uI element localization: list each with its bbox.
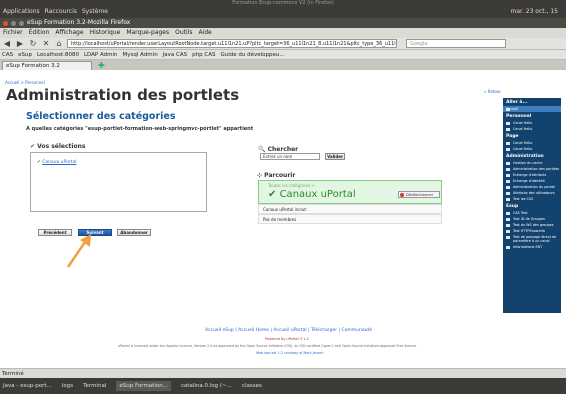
- gnome-top-panel: Applications Raccourcis Système mar. 23 …: [0, 6, 566, 18]
- bookmark-localhost[interactable]: Localhost:8080: [37, 52, 79, 58]
- selected-category[interactable]: ✔ Canaux uPortal: [37, 160, 76, 165]
- maximize-icon[interactable]: [19, 20, 24, 26]
- menu-raccourcis[interactable]: Raccourcis: [45, 6, 77, 18]
- task-logs[interactable]: logs: [62, 383, 73, 389]
- task-catalina-log[interactable]: catalina.0.log (~...: [181, 383, 232, 389]
- sidebar-item[interactable]: Canal Hello: [503, 146, 561, 152]
- magnifier-icon: 🔍: [258, 146, 266, 153]
- firefox-title: eSup Formation 3.2-Mozilla Firefox: [27, 19, 131, 26]
- retour-link[interactable]: « Retour: [484, 89, 501, 94]
- deselect-label[interactable]: Désélectionner: [406, 193, 433, 197]
- menu-outils[interactable]: Outils: [175, 29, 192, 36]
- current-category: ✔ Canaux uPortal: [268, 189, 356, 200]
- footer-links[interactable]: Accueil eSup | Accueil Home | Accueil uP…: [205, 328, 372, 333]
- selections-label: Vos sélections: [37, 143, 86, 150]
- tab-bar: eSup Formation 3.2 ✚: [0, 60, 566, 70]
- bookmark-esup[interactable]: eSup: [18, 52, 32, 58]
- bookmark-cas[interactable]: CAS: [2, 52, 13, 58]
- clock[interactable]: mar. 23 oct., 15: [511, 6, 558, 18]
- deselect-button[interactable]: Désélectionner: [398, 191, 440, 198]
- tree-icon: ⊹: [257, 172, 263, 179]
- bookmark-php-cas[interactable]: php CAS: [192, 52, 215, 58]
- sidebar-item[interactable]: Accueil: [503, 106, 561, 112]
- remove-icon: [400, 193, 404, 197]
- check-icon: ✔: [30, 143, 36, 150]
- menu-marque-pages[interactable]: Marque-pages: [126, 29, 169, 36]
- menu-edition[interactable]: Édition: [29, 29, 50, 36]
- menu-applications[interactable]: Applications: [3, 6, 40, 18]
- sidebar-group-title: Administration: [506, 154, 544, 159]
- new-tab-icon[interactable]: ✚: [98, 61, 105, 70]
- bookmark-ldap-admin[interactable]: LDAP Admin: [84, 52, 118, 58]
- license-text: uPortal is licensed under the Apache Lic…: [118, 344, 418, 348]
- question-text: A quelles catégories "esup-portlet-forma…: [26, 126, 254, 132]
- selections-heading: ✔ Vos sélections: [30, 143, 85, 150]
- taskbar: Java - esup-port... logs Terminal eSup F…: [0, 378, 566, 394]
- section-subtitle: Sélectionner des catégories: [26, 111, 176, 122]
- parcourir-heading: ⊹ Parcourir: [257, 172, 295, 179]
- menu-historique[interactable]: Historique: [90, 29, 121, 36]
- current-category-label: Canaux uPortal: [279, 189, 356, 200]
- page-title: Administration des portlets: [6, 86, 240, 104]
- bookmark-mysql-admin[interactable]: Mysql Admin: [123, 52, 158, 58]
- breadcrumb[interactable]: Accueil > Personnel: [5, 80, 45, 85]
- check-icon: ✔: [37, 160, 41, 165]
- parcourir-label: Parcourir: [264, 172, 296, 179]
- firefox-menubar: Fichier Édition Affichage Historique Marque-…: [0, 28, 566, 38]
- powered-by: Powered by uPortal 3.1.2: [265, 337, 309, 341]
- task-firefox[interactable]: eSup Formation...: [116, 381, 171, 391]
- portal-sidebar: Aller à... Accueil Personnel Canal Hello Can…: [503, 98, 561, 313]
- no-members-text: Pas de membres: [258, 214, 442, 224]
- navigation-toolbar: ◀ ▶ ↻ ✕ ⌂ http://localhost/uPortal/rende…: [0, 38, 566, 50]
- all-categories-link[interactable]: Toutes les catégories >: [268, 183, 315, 188]
- tab-esup-formation[interactable]: eSup Formation 3.2: [2, 61, 92, 70]
- task-classes[interactable]: classes: [242, 383, 262, 389]
- sidebar-group-title: Personnel: [506, 114, 532, 119]
- valider-button[interactable]: Valider: [325, 153, 345, 160]
- task-java[interactable]: Java - esup-port...: [3, 383, 52, 389]
- url-bar[interactable]: http://localhost/uPortal/render.userLayo…: [67, 39, 397, 48]
- bookmark-java-cas[interactable]: Java CAS: [163, 52, 187, 58]
- firefox-titlebar: eSup Formation 3.2-Mozilla Firefox: [0, 18, 566, 28]
- sidebar-group-title: Aller à...: [506, 100, 528, 105]
- task-terminal[interactable]: Terminal: [83, 383, 106, 389]
- reload-icon[interactable]: ↻: [28, 39, 38, 48]
- menu-fichier[interactable]: Fichier: [3, 29, 23, 36]
- menu-aide[interactable]: Aide: [198, 29, 211, 36]
- menu-affichage[interactable]: Affichage: [55, 29, 83, 36]
- home-icon[interactable]: ⌂: [54, 39, 64, 48]
- category-search-input[interactable]: Entrez un nom: [260, 153, 320, 160]
- back-icon[interactable]: ◀: [2, 39, 12, 48]
- sidebar-item[interactable]: Informations ENT: [503, 244, 561, 250]
- sidebar-item[interactable]: Test les CSS: [503, 196, 561, 202]
- stop-icon[interactable]: ✕: [41, 39, 51, 48]
- sidebar-item[interactable]: Test de passage direct de paramètre à un…: [503, 234, 561, 244]
- minimize-icon[interactable]: [11, 20, 16, 26]
- menu-systeme[interactable]: Système: [82, 6, 108, 18]
- category-includes: Canaux uPortal inclut:: [258, 204, 442, 214]
- chercher-label: Chercher: [267, 146, 299, 153]
- sidebar-group-title: Esup: [506, 204, 519, 209]
- forward-icon[interactable]: ▶: [15, 39, 25, 48]
- bookmark-guide[interactable]: Guide du développeu...: [220, 52, 284, 58]
- search-bar[interactable]: Google: [406, 39, 506, 48]
- web-toolset-link[interactable]: Web tool set 1.2 courtesy of Mark Jensen: [256, 351, 324, 355]
- check-icon: ✔: [268, 189, 277, 200]
- bookmarks-toolbar: CAS eSup Localhost:8080 LDAP Admin Mysql Adm…: [0, 50, 566, 60]
- chercher-heading: 🔍 Chercher: [258, 146, 298, 153]
- sidebar-item[interactable]: Canal Hello: [503, 126, 561, 132]
- sidebar-group-title: Page: [506, 134, 519, 139]
- close-window-icon[interactable]: [3, 20, 8, 26]
- annotation-arrow: [66, 234, 91, 268]
- cancel-button[interactable]: Abandonner: [117, 229, 151, 236]
- status-bar: Terminé: [0, 368, 566, 378]
- selected-category-label[interactable]: Canaux uPortal: [42, 160, 76, 165]
